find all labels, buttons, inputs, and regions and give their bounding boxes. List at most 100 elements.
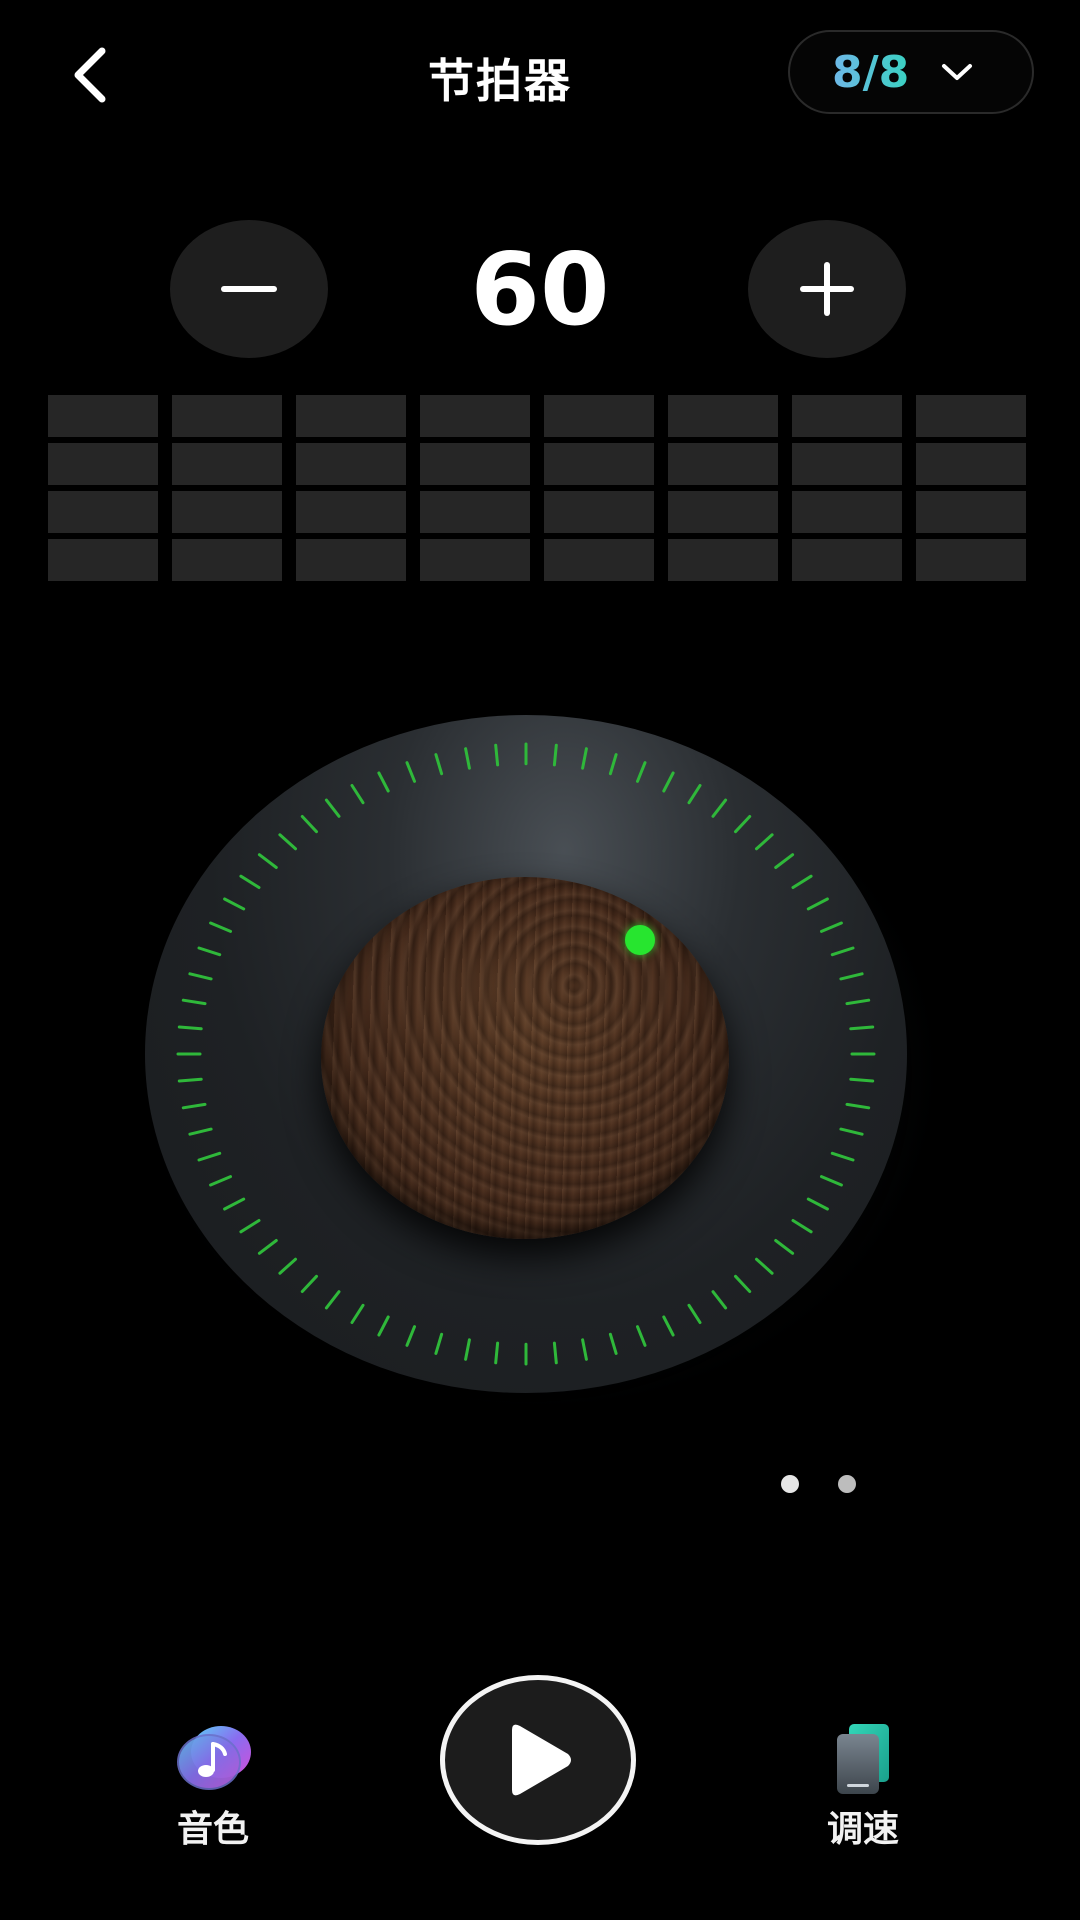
beat-level-cell [792,539,902,581]
dial-tick [830,946,855,957]
speed-label: 调速 [826,1809,899,1850]
page-dot-1[interactable] [781,1475,799,1493]
minus-icon [221,286,277,292]
dial-tick [350,1303,365,1324]
increase-bpm-button[interactable] [748,220,906,358]
dial-tick [806,1197,829,1211]
music-note-icon [171,1722,255,1796]
beat-level-cell [420,539,530,581]
decrease-bpm-button[interactable] [170,220,328,358]
beat-level-cell [48,443,158,485]
dial-tick [755,833,774,851]
dial-tick [552,1341,558,1365]
beat-level-cell [172,443,282,485]
dial-tick [257,853,278,869]
dial-tick [845,1102,871,1110]
dial-tick [662,771,675,793]
dial-tick [791,1219,813,1234]
dial-tick [405,1325,416,1347]
beat-1[interactable] [48,395,158,581]
dial-tick [464,747,471,770]
dial-knob[interactable] [321,877,729,1239]
beat-level-cell [544,395,654,437]
dial-tick [791,874,813,889]
beat-8[interactable] [916,395,1026,581]
dial-tick [350,784,365,805]
play-button[interactable] [440,1675,636,1845]
beat-level-cell [296,539,406,581]
beat-7[interactable] [792,395,902,581]
beat-level-cell [420,443,530,485]
dial-tick [849,1077,875,1083]
dial-tick [849,1025,875,1031]
tone-label: 音色 [176,1809,249,1850]
tablet-icon [821,1722,905,1796]
dial-indicator-dot [625,925,655,955]
dial-tick [197,1151,222,1162]
dial-tick [464,1338,471,1361]
dial-tick [734,1274,752,1293]
dial-tick [239,874,261,889]
dial-tick [845,998,871,1006]
beat-3[interactable] [296,395,406,581]
dial-tick [278,833,297,851]
beat-level-cell [916,395,1026,437]
dial-tick [177,1077,203,1083]
dial-tick [324,1290,341,1310]
dial-tick [405,761,416,783]
dial-tick [324,798,341,818]
dial-tick [278,1257,297,1275]
dial-tick [734,815,752,834]
beat-2[interactable] [172,395,282,581]
tempo-dial[interactable] [135,715,945,1415]
dial-tick [687,784,702,805]
dial-tick [494,743,500,767]
play-icon [512,1724,571,1796]
page-dot-2[interactable] [838,1475,856,1493]
beat-level-cell [48,395,158,437]
beat-level-cell [296,443,406,485]
dial-tick [711,1290,728,1310]
beat-level-cell [544,539,654,581]
dial-tick [774,853,795,869]
dial-tick [181,998,207,1006]
dial-tick [636,1325,647,1347]
dial-tick [839,1127,864,1136]
beat-4[interactable] [420,395,530,581]
dial-tick [188,972,213,981]
beat-level-cell [668,395,778,437]
dial-tick [377,771,390,793]
beat-level-cell [420,491,530,533]
beat-level-cell [668,539,778,581]
beat-5[interactable] [544,395,654,581]
dial-tick [636,761,647,783]
dial-tick [434,753,444,776]
dial-tick [806,897,829,911]
dial-tick [687,1303,702,1324]
dial-tick [774,1239,795,1255]
beat-level-cell [544,491,654,533]
dial-tick [239,1219,261,1234]
dial-tick [830,1151,855,1162]
plus-icon [800,262,854,316]
dial-tick [755,1257,774,1275]
beat-level-cell [792,395,902,437]
time-signature-selector[interactable]: 8/8 [788,30,1034,114]
dial-tick [662,1315,675,1337]
dial-tick [820,921,843,933]
dial-tick [581,747,588,770]
dial-tick [608,1332,618,1355]
speed-button[interactable]: 调速 [788,1722,938,1852]
beat-level-cell [916,539,1026,581]
dial-tick [552,743,558,767]
beat-level-cell [792,443,902,485]
beat-level-cell [296,395,406,437]
bpm-value: 60 [470,231,610,348]
dial-tick [377,1315,390,1337]
dial-tick [257,1239,278,1255]
dial-tick [197,946,222,957]
tone-button[interactable]: 音色 [138,1722,288,1852]
dial-tick [839,972,864,981]
beat-level-cell [544,443,654,485]
beat-6[interactable] [668,395,778,581]
